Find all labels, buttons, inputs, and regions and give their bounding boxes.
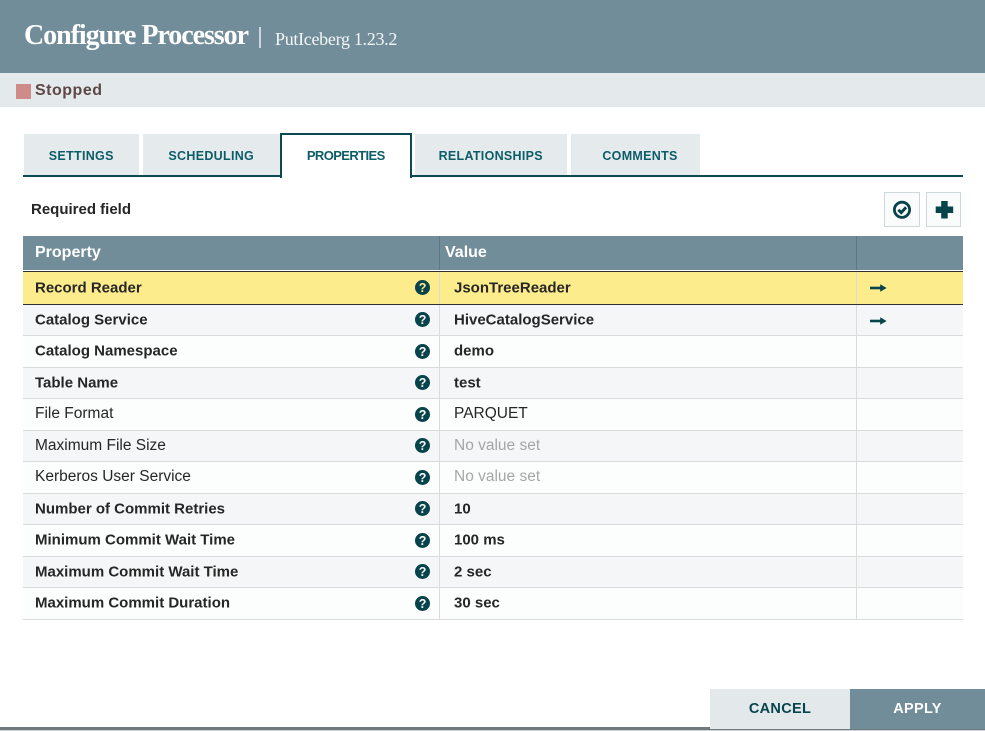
svg-text:?: ? [418, 597, 426, 611]
svg-text:?: ? [418, 502, 426, 516]
svg-text:?: ? [418, 408, 426, 422]
svg-text:?: ? [418, 313, 426, 327]
svg-text:?: ? [418, 345, 426, 359]
svg-text:?: ? [418, 376, 426, 390]
svg-text:?: ? [418, 281, 426, 295]
svg-text:?: ? [418, 471, 426, 485]
svg-text:?: ? [418, 439, 426, 453]
svg-text:?: ? [418, 565, 426, 579]
svg-text:?: ? [418, 534, 426, 548]
